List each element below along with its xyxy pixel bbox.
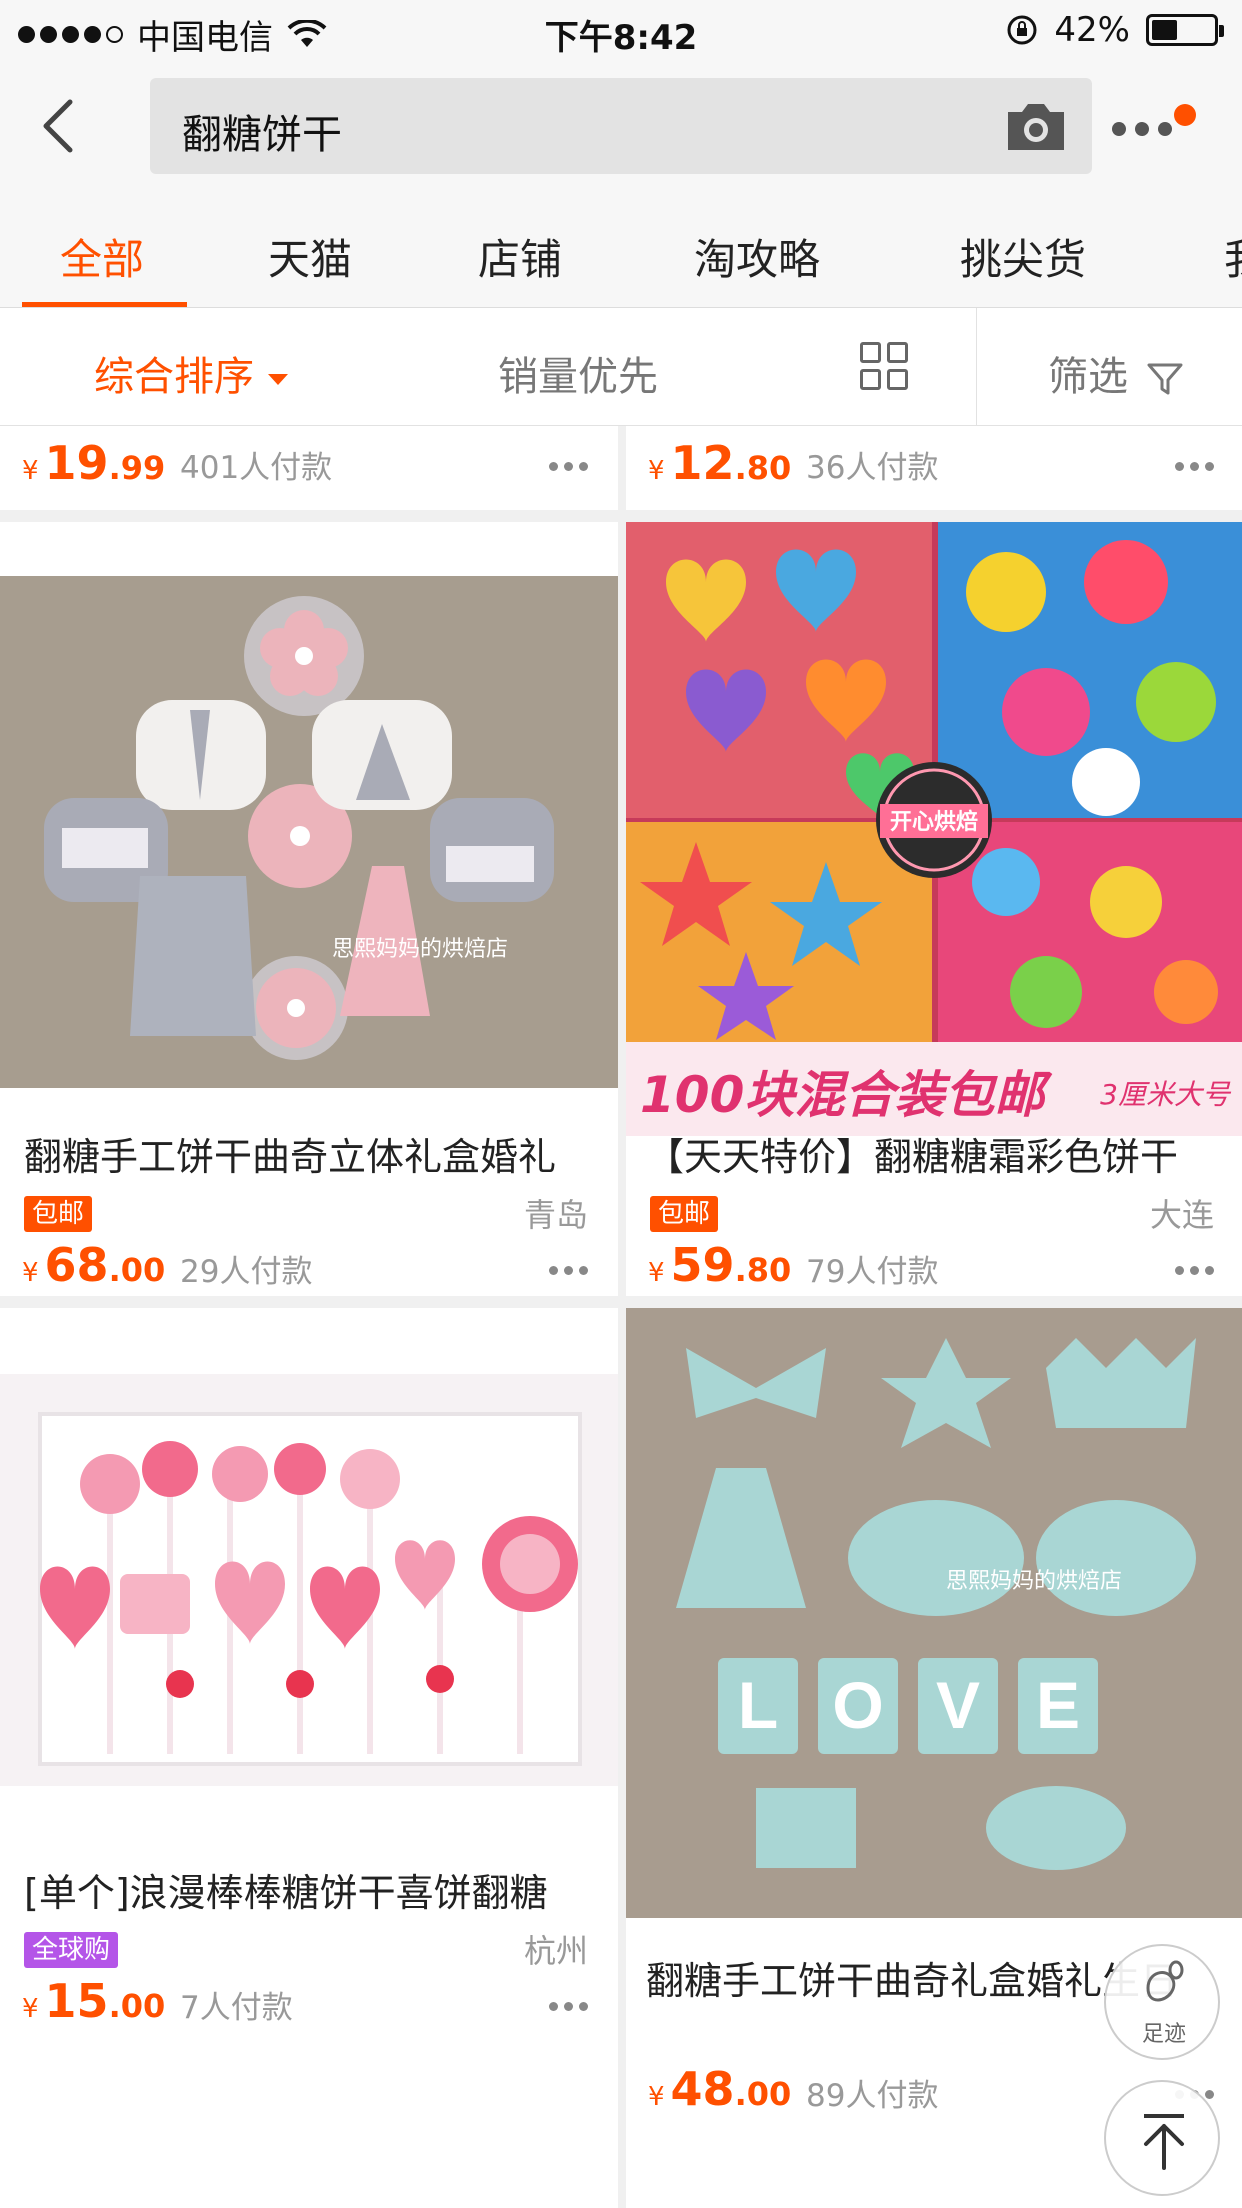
search-query: 翻糖饼干 xyxy=(182,112,342,158)
colorful-flowers xyxy=(938,522,1242,818)
product-price: ¥19.99 xyxy=(22,436,166,490)
product-title: 翻糖手工饼干曲奇立体礼盒婚礼 xyxy=(24,1135,557,1179)
sold-count: 36人付款 xyxy=(806,450,939,486)
divider xyxy=(976,308,977,426)
footprint-button[interactable]: 足迹 xyxy=(1104,1944,1220,2060)
footprint-label: 足迹 xyxy=(1141,2022,1186,2047)
product-title: 【天天特价】翻糖糖霜彩色饼干 xyxy=(646,1135,1179,1179)
product-image[interactable]: 开心烘焙 100块混合装包邮 3厘米大号 xyxy=(626,522,1242,1136)
product-image[interactable]: L O V E 思熙妈妈的烘焙店 xyxy=(626,1308,1242,1918)
product-price: ¥68.00 xyxy=(22,1238,166,1292)
tab-all[interactable]: 全部 xyxy=(60,226,144,287)
product-price: ¥12.80 xyxy=(648,436,792,490)
tab-guides[interactable]: 淘攻略 xyxy=(694,226,820,287)
more-menu-button[interactable] xyxy=(1102,104,1202,154)
product-card[interactable]: L O V E 思熙妈妈的烘焙店 翻糖手工饼干曲奇礼盒婚礼生日 ¥48.00 8… xyxy=(626,1308,1242,2208)
image-watermark: 思熙妈妈的烘焙店 xyxy=(332,937,508,962)
back-to-top-button[interactable] xyxy=(1104,2080,1220,2196)
sold-count: 401人付款 xyxy=(180,450,333,486)
search-header: 翻糖饼干 xyxy=(0,62,1242,190)
sort-comprehensive-label: 综合排序 xyxy=(94,354,254,400)
arrow-up-icon xyxy=(1144,2114,1184,2170)
product-card[interactable]: [单个]浪漫棒棒糖饼干喜饼翻糖 全球购 杭州 ¥15.00 7人付款 xyxy=(0,1308,618,2208)
image-banner-subtext: 3厘米大号 xyxy=(1100,1078,1232,1111)
free-shipping-tag: 包邮 xyxy=(650,1196,719,1232)
battery-percent: 42% xyxy=(1054,10,1130,50)
global-purchase-tag: 全球购 xyxy=(24,1932,119,1968)
filter-button[interactable]: 筛选 xyxy=(1048,344,1185,402)
camera-icon[interactable] xyxy=(1002,98,1070,154)
notification-dot xyxy=(1174,104,1196,126)
product-price: ¥59.80 xyxy=(648,1238,792,1292)
filter-funnel-icon xyxy=(1147,363,1183,395)
sort-comprehensive[interactable]: 综合排序 xyxy=(94,344,288,402)
status-bar: 中国电信 下午8:42 42% xyxy=(0,0,1242,62)
active-tab-indicator xyxy=(22,302,187,307)
category-tabs: 全部 天猫 店铺 淘攻略 挑尖货 我 xyxy=(0,190,1242,308)
product-card[interactable]: ¥19.99 401人付款 xyxy=(0,426,618,510)
product-image[interactable] xyxy=(0,1374,618,1786)
product-price: ¥48.00 xyxy=(648,2062,792,2116)
tab-partial[interactable]: 我 xyxy=(1224,226,1242,287)
free-shipping-tag: 包邮 xyxy=(24,1196,93,1232)
sort-bar: 综合排序 销量优先 筛选 xyxy=(0,308,1242,426)
card-more-icon[interactable] xyxy=(549,462,588,471)
product-title: [单个]浪漫棒棒糖饼干喜饼翻糖 xyxy=(24,1871,548,1915)
sort-sales[interactable]: 销量优先 xyxy=(498,344,658,402)
card-more-icon[interactable] xyxy=(549,2002,588,2011)
orientation-lock-icon xyxy=(1007,15,1037,45)
sold-count: 7人付款 xyxy=(180,1990,293,2026)
battery-icon xyxy=(1146,14,1224,46)
product-location: 青岛 xyxy=(523,1196,588,1234)
product-image[interactable]: 思熙妈妈的烘焙店 xyxy=(0,576,618,1088)
sold-count: 89人付款 xyxy=(806,2078,939,2114)
dropdown-caret-icon xyxy=(268,373,288,385)
product-price: ¥15.00 xyxy=(22,1974,166,2028)
badge-text: 开心烘焙 xyxy=(890,809,978,835)
footprint-icon xyxy=(1146,1960,1184,2002)
tab-picks[interactable]: 挑尖货 xyxy=(960,226,1086,287)
love-letter-v: V xyxy=(936,1668,980,1742)
product-card[interactable]: ¥12.80 36人付款 xyxy=(626,426,1242,510)
mixed-shapes xyxy=(938,822,1242,1042)
tab-tmall[interactable]: 天猫 xyxy=(268,226,352,287)
more-dots-icon xyxy=(1112,122,1172,136)
love-letter-e: E xyxy=(1036,1668,1080,1742)
product-card[interactable]: 思熙妈妈的烘焙店 翻糖手工饼干曲奇立体礼盒婚礼 包邮 青岛 ¥68.00 29人… xyxy=(0,522,618,1296)
sold-count: 29人付款 xyxy=(180,1254,313,1290)
image-watermark: 思熙妈妈的烘焙店 xyxy=(946,1569,1122,1594)
tab-shops[interactable]: 店铺 xyxy=(478,226,562,287)
product-grid: ¥19.99 401人付款 ¥12.80 36人付款 思熙妈妈的烘焙店 翻糖手工… xyxy=(0,426,1242,2208)
card-more-icon[interactable] xyxy=(1175,1266,1214,1275)
sold-count: 79人付款 xyxy=(806,1254,939,1290)
product-location: 大连 xyxy=(1149,1196,1214,1234)
colorful-stars xyxy=(626,822,932,1042)
grid-view-icon[interactable] xyxy=(860,342,908,390)
colorful-hearts xyxy=(626,522,932,818)
filter-label: 筛选 xyxy=(1048,354,1128,400)
image-banner-text: 100块混合装包邮 xyxy=(640,1066,1052,1124)
brand-badge: 开心烘焙 xyxy=(876,762,992,878)
back-arrow-icon[interactable] xyxy=(32,96,92,156)
product-location: 杭州 xyxy=(523,1932,588,1970)
search-input[interactable]: 翻糖饼干 xyxy=(150,78,1092,174)
card-more-icon[interactable] xyxy=(1175,462,1214,471)
product-card[interactable]: 开心烘焙 100块混合装包邮 3厘米大号 【天天特价】翻糖糖霜彩色饼干 包邮 大… xyxy=(626,522,1242,1296)
card-more-icon[interactable] xyxy=(549,1266,588,1275)
love-letter-o: O xyxy=(832,1668,883,1742)
love-letter-l: L xyxy=(738,1668,778,1742)
